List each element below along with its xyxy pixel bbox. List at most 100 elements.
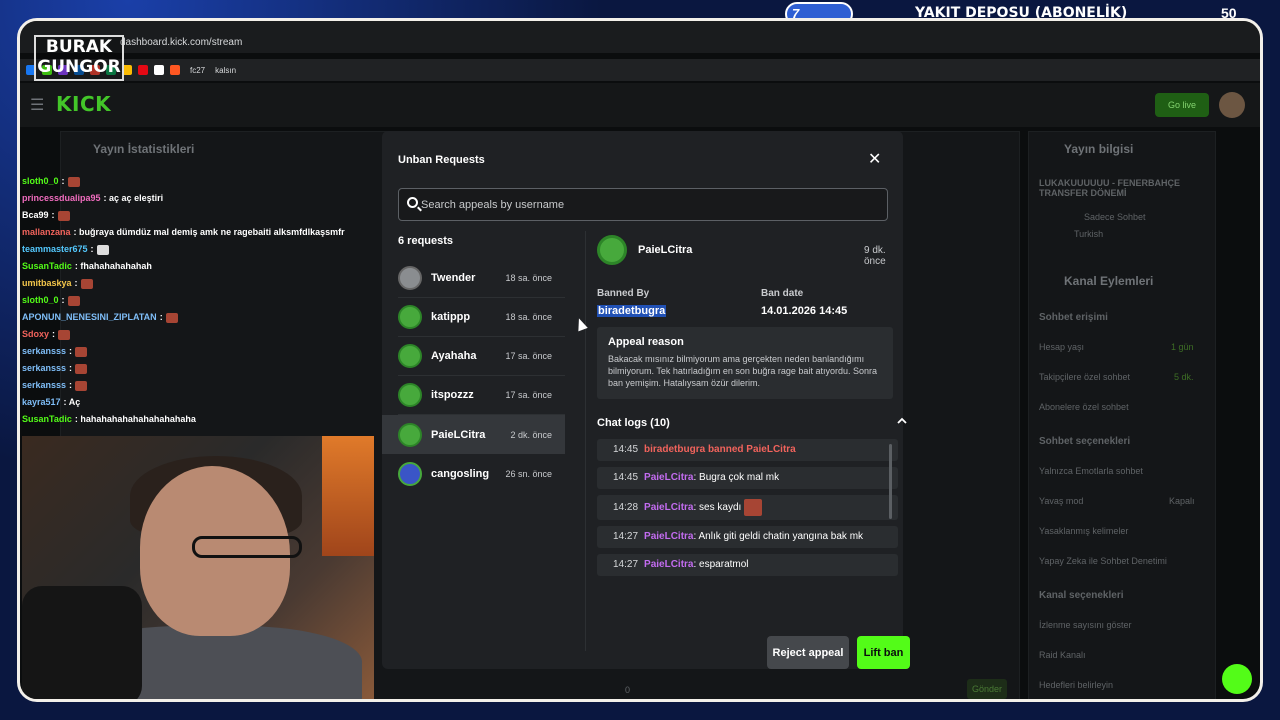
avatar — [398, 305, 422, 329]
search-input[interactable] — [421, 189, 881, 220]
bookmark-folder-fc27[interactable]: fc27 — [190, 66, 205, 75]
pinterest-icon[interactable] — [170, 65, 180, 75]
kick-logo[interactable]: KICK — [56, 92, 111, 116]
webcam-lamp — [322, 436, 374, 556]
chevron-up-icon[interactable] — [897, 416, 907, 426]
chat-username[interactable]: serkansss — [22, 360, 66, 377]
subs-only-label[interactable]: Abonelere özel sohbet — [1039, 402, 1129, 412]
chat-username[interactable]: Bca99 — [22, 207, 49, 224]
slow-mode-label[interactable]: Yavaş mod — [1039, 496, 1083, 506]
log-username[interactable]: PaieLCitra — [644, 472, 693, 483]
log-username[interactable]: PaieLCitra — [644, 502, 693, 513]
send-button[interactable]: Gönder — [967, 679, 1007, 699]
stream-tag: Turkish — [1074, 229, 1104, 239]
chat-username[interactable]: princessdualipa95 — [22, 190, 101, 207]
chat-log-entry: 14:27 PaieLCitra: esparatmol — [597, 554, 898, 576]
emote-icon — [57, 210, 70, 221]
log-text: : Bugra çok mal mk — [693, 472, 780, 483]
log-time: 14:45 — [613, 444, 639, 455]
request-item[interactable]: cangosling 26 sn. önce — [398, 454, 565, 493]
chat-text: : — [159, 312, 163, 322]
emote-only-label[interactable]: Yalnızca Emotlarla sohbet — [1039, 466, 1143, 476]
support-chat-icon[interactable] — [1222, 664, 1252, 694]
chat-text: : fhahahahahahah — [74, 261, 152, 271]
chat-message: serkansss: — [22, 377, 372, 394]
chat-username[interactable]: umitbaskya — [22, 275, 72, 292]
request-item[interactable]: katippp 18 sa. önce — [398, 298, 565, 337]
set-goals-label[interactable]: Hedefleri belirleyin — [1039, 680, 1113, 690]
log-time: 14:27 — [613, 531, 639, 542]
chat-text: : — [90, 244, 94, 254]
amazon-icon[interactable] — [154, 65, 164, 75]
modal-title: Unban Requests — [398, 154, 485, 166]
chat-message: Sdoxy: — [22, 326, 372, 343]
chat-username[interactable]: sloth0_0 — [22, 292, 59, 309]
account-age-label[interactable]: Hesap yaşı — [1039, 342, 1084, 352]
request-item[interactable]: itspozzz 17 sa. önce — [398, 376, 565, 415]
address-bar[interactable]: dashboard.kick.com/stream — [120, 37, 242, 48]
chat-log-entry: 14:45 PaieLCitra: Bugra çok mal mk — [597, 467, 898, 489]
log-username[interactable]: PaieLCitra — [644, 531, 693, 542]
chat-text: : — [52, 329, 56, 339]
chat-message: APONUN_NENESINI_ZIPLATAN: — [22, 309, 372, 326]
appeal-reason-label: Appeal reason — [608, 336, 684, 348]
request-item[interactable]: Ayahaha 17 sa. önce — [398, 337, 565, 376]
lift-ban-button[interactable]: Lift ban — [857, 636, 910, 669]
chat-logs-scrollbar[interactable] — [889, 444, 892, 519]
reject-appeal-button[interactable]: Reject appeal — [767, 636, 849, 669]
request-time: 17 sa. önce — [505, 390, 552, 400]
request-item[interactable]: Twender 18 sa. önce — [398, 259, 565, 298]
log-time: 14:27 — [613, 559, 639, 570]
banned-words-label[interactable]: Yasaklanmış kelimeler — [1039, 526, 1128, 536]
emote-icon — [744, 499, 763, 516]
chat-username[interactable]: serkansss — [22, 377, 66, 394]
chat-username[interactable]: SusanTadic — [22, 258, 72, 275]
account-age-value: 1 gün — [1171, 342, 1194, 352]
user-avatar[interactable] — [1219, 92, 1245, 118]
kick-header: ☰ KICK Go live — [20, 83, 1260, 127]
followers-only-value: 5 dk. — [1174, 372, 1194, 382]
chat-message: SusanTadic: hahahahahahahahahahaha — [22, 411, 372, 428]
chat-username[interactable]: teammaster675 — [22, 241, 88, 258]
stats-title: Yayın İstatistikleri — [93, 142, 195, 156]
request-item-selected[interactable]: PaieLCitra 2 dk. önce — [382, 415, 565, 454]
channel-options-label: Kanal seçenekleri — [1039, 590, 1124, 601]
chat-username[interactable]: kayra517 — [22, 394, 61, 411]
video-icon[interactable] — [138, 65, 148, 75]
log-text: banned PaieLCitra — [707, 444, 796, 455]
request-username: itspozzz — [431, 389, 474, 401]
chat-message: Bca99: — [22, 207, 372, 224]
ai-moderation-label[interactable]: Yapay Zeka ile Sohbet Denetimi — [1039, 556, 1167, 566]
log-time: 14:28 — [613, 502, 639, 514]
search-field[interactable] — [398, 188, 888, 221]
screen-frame: dashboard.kick.com/stream fc27 kalsın ☰ … — [17, 18, 1263, 702]
chat-text: : hahahahahahahahahahaha — [74, 414, 196, 424]
chat-overlay: sloth0_0: princessdualipa95: aç aç eleşt… — [22, 173, 372, 443]
ban-date-label: Ban date — [761, 288, 804, 299]
close-icon[interactable]: ✕ — [868, 149, 881, 169]
chat-username[interactable]: SusanTadic — [22, 411, 72, 428]
log-username[interactable]: biradetbugra — [644, 444, 705, 455]
chat-username[interactable]: sloth0_0 — [22, 173, 59, 190]
log-username[interactable]: PaieLCitra — [644, 559, 693, 570]
chat-text: : — [69, 363, 73, 373]
bookmark-folder-kalsin[interactable]: kalsın — [215, 66, 236, 75]
chat-logs-list: 14:45 biradetbugra banned PaieLCitra 14:4… — [597, 439, 899, 607]
chat-username[interactable]: Sdoxy — [22, 326, 49, 343]
stream-info-title: Yayın bilgisi — [1064, 142, 1134, 156]
appeal-reason-text: Bakacak mısınız bilmiyorum ama gerçekten… — [608, 354, 877, 388]
chat-username[interactable]: serkansss — [22, 343, 66, 360]
show-viewers-label[interactable]: İzlenme sayısını göster — [1039, 620, 1132, 630]
request-list: Twender 18 sa. önce katippp 18 sa. önce Ay… — [382, 259, 566, 493]
stream-title: LUKAKUUUUUU - FENERBAHÇE TRANSFER DÖNEMİ — [1039, 178, 1180, 198]
chat-username[interactable]: mallanzana — [22, 224, 71, 241]
raid-channel-label[interactable]: Raid Kanalı — [1039, 650, 1086, 660]
request-username: katippp — [431, 311, 471, 323]
chat-username[interactable]: APONUN_NENESINI_ZIPLATAN — [22, 309, 157, 326]
chat-text: : aç aç eleştiri — [103, 193, 164, 203]
menu-icon[interactable]: ☰ — [30, 95, 44, 115]
followers-only-label[interactable]: Takipçilere özel sohbet — [1039, 372, 1130, 382]
emote-icon — [67, 295, 80, 306]
chat-message: serkansss: — [22, 343, 372, 360]
go-live-button[interactable]: Go live — [1155, 93, 1209, 117]
